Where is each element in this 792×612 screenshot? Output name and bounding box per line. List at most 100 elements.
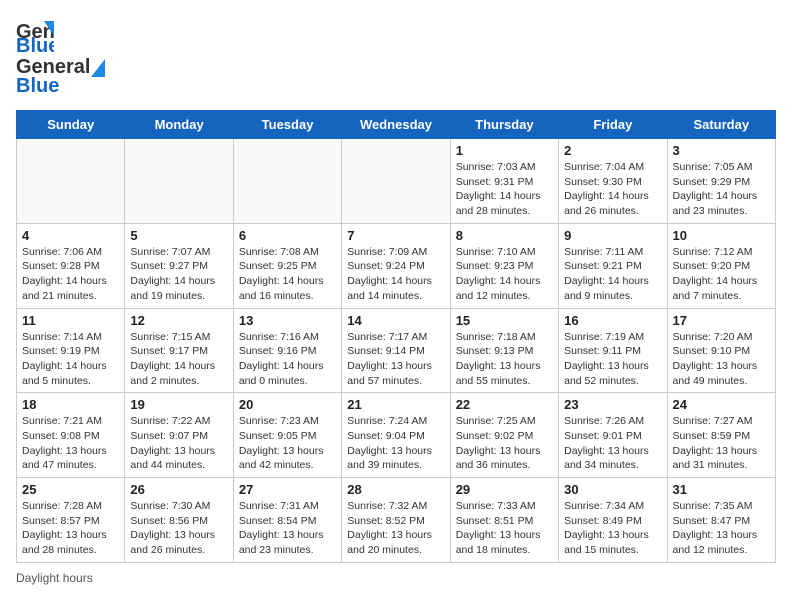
day-info: Sunrise: 7:18 AM Sunset: 9:13 PM Dayligh… xyxy=(456,330,553,389)
calendar-cell xyxy=(342,139,450,224)
day-number: 14 xyxy=(347,313,444,328)
day-info: Sunrise: 7:26 AM Sunset: 9:01 PM Dayligh… xyxy=(564,414,661,473)
day-number: 15 xyxy=(456,313,553,328)
calendar-cell: 29 Sunrise: 7:33 AM Sunset: 8:51 PM Dayli… xyxy=(450,478,558,563)
calendar-cell: 28 Sunrise: 7:32 AM Sunset: 8:52 PM Dayli… xyxy=(342,478,450,563)
day-info: Sunrise: 7:32 AM Sunset: 8:52 PM Dayligh… xyxy=(347,499,444,558)
day-info: Sunrise: 7:12 AM Sunset: 9:20 PM Dayligh… xyxy=(673,245,770,304)
day-header-saturday: Saturday xyxy=(667,111,775,139)
day-info: Sunrise: 7:03 AM Sunset: 9:31 PM Dayligh… xyxy=(456,160,553,219)
day-info: Sunrise: 7:09 AM Sunset: 9:24 PM Dayligh… xyxy=(347,245,444,304)
calendar-cell: 12 Sunrise: 7:15 AM Sunset: 9:17 PM Dayli… xyxy=(125,308,233,393)
calendar-cell: 8 Sunrise: 7:10 AM Sunset: 9:23 PM Daylig… xyxy=(450,223,558,308)
calendar-cell xyxy=(17,139,125,224)
day-number: 10 xyxy=(673,228,770,243)
calendar-cell: 3 Sunrise: 7:05 AM Sunset: 9:29 PM Daylig… xyxy=(667,139,775,224)
footer-note: Daylight hours xyxy=(16,571,776,585)
calendar-cell: 1 Sunrise: 7:03 AM Sunset: 9:31 PM Daylig… xyxy=(450,139,558,224)
day-number: 28 xyxy=(347,482,444,497)
day-number: 29 xyxy=(456,482,553,497)
day-info: Sunrise: 7:23 AM Sunset: 9:05 PM Dayligh… xyxy=(239,414,336,473)
day-info: Sunrise: 7:08 AM Sunset: 9:25 PM Dayligh… xyxy=(239,245,336,304)
calendar-cell: 13 Sunrise: 7:16 AM Sunset: 9:16 PM Dayli… xyxy=(233,308,341,393)
day-header-tuesday: Tuesday xyxy=(233,111,341,139)
day-header-sunday: Sunday xyxy=(17,111,125,139)
day-info: Sunrise: 7:11 AM Sunset: 9:21 PM Dayligh… xyxy=(564,245,661,304)
day-number: 20 xyxy=(239,397,336,412)
day-info: Sunrise: 7:34 AM Sunset: 8:49 PM Dayligh… xyxy=(564,499,661,558)
day-number: 22 xyxy=(456,397,553,412)
day-info: Sunrise: 7:24 AM Sunset: 9:04 PM Dayligh… xyxy=(347,414,444,473)
day-number: 11 xyxy=(22,313,119,328)
calendar-week-4: 18 Sunrise: 7:21 AM Sunset: 9:08 PM Dayli… xyxy=(17,393,776,478)
day-info: Sunrise: 7:10 AM Sunset: 9:23 PM Dayligh… xyxy=(456,245,553,304)
calendar-cell: 23 Sunrise: 7:26 AM Sunset: 9:01 PM Dayli… xyxy=(559,393,667,478)
calendar-cell: 5 Sunrise: 7:07 AM Sunset: 9:27 PM Daylig… xyxy=(125,223,233,308)
day-number: 17 xyxy=(673,313,770,328)
day-number: 12 xyxy=(130,313,227,328)
day-number: 24 xyxy=(673,397,770,412)
day-number: 25 xyxy=(22,482,119,497)
day-number: 21 xyxy=(347,397,444,412)
day-number: 8 xyxy=(456,228,553,243)
day-number: 6 xyxy=(239,228,336,243)
day-header-thursday: Thursday xyxy=(450,111,558,139)
day-info: Sunrise: 7:31 AM Sunset: 8:54 PM Dayligh… xyxy=(239,499,336,558)
day-info: Sunrise: 7:15 AM Sunset: 9:17 PM Dayligh… xyxy=(130,330,227,389)
day-info: Sunrise: 7:20 AM Sunset: 9:10 PM Dayligh… xyxy=(673,330,770,389)
calendar-cell xyxy=(125,139,233,224)
day-number: 3 xyxy=(673,143,770,158)
logo: General Blue General Blue xyxy=(16,16,106,98)
day-number: 23 xyxy=(564,397,661,412)
day-header-monday: Monday xyxy=(125,111,233,139)
day-header-wednesday: Wednesday xyxy=(342,111,450,139)
logo-icon: General Blue xyxy=(16,16,54,54)
calendar-cell: 24Sunrise: 7:27 AM Sunset: 8:59 PM Dayli… xyxy=(667,393,775,478)
day-info: Sunrise: 7:06 AM Sunset: 9:28 PM Dayligh… xyxy=(22,245,119,304)
day-info: Sunrise: 7:35 AM Sunset: 8:47 PM Dayligh… xyxy=(673,499,770,558)
day-number: 26 xyxy=(130,482,227,497)
day-number: 4 xyxy=(22,228,119,243)
calendar-cell: 4 Sunrise: 7:06 AM Sunset: 9:28 PM Daylig… xyxy=(17,223,125,308)
calendar-cell: 11 Sunrise: 7:14 AM Sunset: 9:19 PM Dayli… xyxy=(17,308,125,393)
calendar-cell xyxy=(233,139,341,224)
calendar-cell: 21 Sunrise: 7:24 AM Sunset: 9:04 PM Dayli… xyxy=(342,393,450,478)
calendar-cell: 6 Sunrise: 7:08 AM Sunset: 9:25 PM Daylig… xyxy=(233,223,341,308)
day-info: Sunrise: 7:33 AM Sunset: 8:51 PM Dayligh… xyxy=(456,499,553,558)
day-number: 1 xyxy=(456,143,553,158)
header: General Blue General Blue xyxy=(16,16,776,98)
calendar-week-1: 1 Sunrise: 7:03 AM Sunset: 9:31 PM Daylig… xyxy=(17,139,776,224)
day-info: Sunrise: 7:14 AM Sunset: 9:19 PM Dayligh… xyxy=(22,330,119,389)
calendar-cell: 19Sunrise: 7:22 AM Sunset: 9:07 PM Dayli… xyxy=(125,393,233,478)
calendar-cell: 9 Sunrise: 7:11 AM Sunset: 9:21 PM Daylig… xyxy=(559,223,667,308)
day-number: 13 xyxy=(239,313,336,328)
day-info: Sunrise: 7:04 AM Sunset: 9:30 PM Dayligh… xyxy=(564,160,661,219)
day-header-friday: Friday xyxy=(559,111,667,139)
day-info: Sunrise: 7:19 AM Sunset: 9:11 PM Dayligh… xyxy=(564,330,661,389)
svg-text:Blue: Blue xyxy=(16,35,54,54)
day-info: Sunrise: 7:30 AM Sunset: 8:56 PM Dayligh… xyxy=(130,499,227,558)
calendar-cell: 15 Sunrise: 7:18 AM Sunset: 9:13 PM Dayli… xyxy=(450,308,558,393)
calendar-week-5: 25 Sunrise: 7:28 AM Sunset: 8:57 PM Dayli… xyxy=(17,478,776,563)
day-number: 18 xyxy=(22,397,119,412)
day-info: Sunrise: 7:21 AM Sunset: 9:08 PM Dayligh… xyxy=(22,414,119,473)
day-info: Sunrise: 7:25 AM Sunset: 9:02 PM Dayligh… xyxy=(456,414,553,473)
calendar-cell: 14Sunrise: 7:17 AM Sunset: 9:14 PM Dayli… xyxy=(342,308,450,393)
day-info: Sunrise: 7:07 AM Sunset: 9:27 PM Dayligh… xyxy=(130,245,227,304)
calendar-cell: 26 Sunrise: 7:30 AM Sunset: 8:56 PM Dayli… xyxy=(125,478,233,563)
day-info: Sunrise: 7:05 AM Sunset: 9:29 PM Dayligh… xyxy=(673,160,770,219)
day-number: 31 xyxy=(673,482,770,497)
calendar-cell: 25 Sunrise: 7:28 AM Sunset: 8:57 PM Dayli… xyxy=(17,478,125,563)
day-info: Sunrise: 7:16 AM Sunset: 9:16 PM Dayligh… xyxy=(239,330,336,389)
day-info: Sunrise: 7:22 AM Sunset: 9:07 PM Dayligh… xyxy=(130,414,227,473)
day-info: Sunrise: 7:28 AM Sunset: 8:57 PM Dayligh… xyxy=(22,499,119,558)
daylight-label: Daylight hours xyxy=(16,571,93,585)
logo-triangle-icon xyxy=(91,59,105,77)
calendar-cell: 10 Sunrise: 7:12 AM Sunset: 9:20 PM Dayli… xyxy=(667,223,775,308)
day-number: 9 xyxy=(564,228,661,243)
calendar-cell: 16 Sunrise: 7:19 AM Sunset: 9:11 PM Dayli… xyxy=(559,308,667,393)
day-number: 16 xyxy=(564,313,661,328)
day-number: 7 xyxy=(347,228,444,243)
day-number: 5 xyxy=(130,228,227,243)
calendar-cell: 20 Sunrise: 7:23 AM Sunset: 9:05 PM Dayli… xyxy=(233,393,341,478)
